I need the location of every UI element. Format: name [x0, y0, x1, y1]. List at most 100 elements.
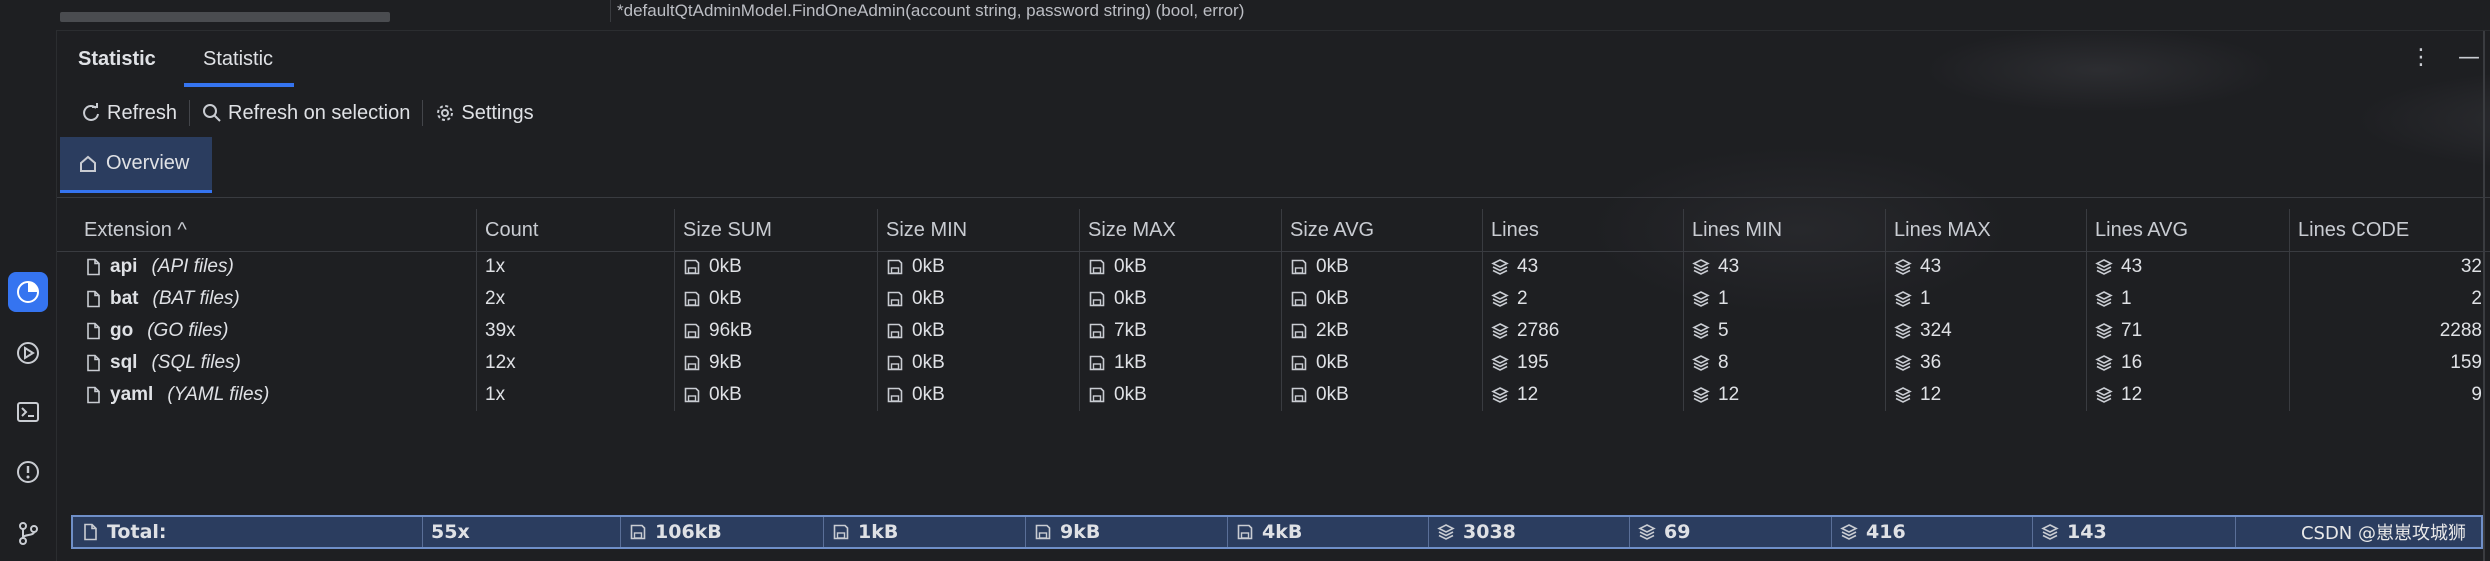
cell-value: 0kB: [912, 288, 945, 309]
cell-value: 2: [1517, 288, 1528, 309]
total-cell-size-max: 9kB: [1025, 517, 1227, 547]
total-value: 69: [1664, 521, 1691, 543]
settings-label: Settings: [461, 101, 534, 124]
cell-value: 2kB: [1316, 320, 1349, 341]
settings-button[interactable]: Settings: [427, 102, 541, 125]
table-cell-lines-avg: 43: [2086, 251, 2289, 283]
table-cell-lines-max: 36: [1885, 347, 2086, 379]
home-icon: [80, 155, 96, 172]
cell-value: 9: [2471, 384, 2482, 405]
total-row[interactable]: Total: 55x 106kB 1kB 9kB 4kB 3038 69 416 143: [71, 515, 2483, 549]
cell-value: 0kB: [1316, 256, 1349, 277]
table-cell-size-sum: 0kB: [674, 251, 877, 283]
more-options-icon[interactable]: ⋮: [2410, 45, 2432, 70]
horizontal-scrollbar[interactable]: [60, 12, 390, 22]
column-header-size-min[interactable]: Size MIN: [877, 209, 1079, 251]
column-header-lines-avg[interactable]: Lines AVG: [2086, 209, 2289, 251]
cell-value: 0kB: [709, 256, 742, 277]
table-row[interactable]: bat (BAT files) 2x 0kB 0kB 0kB 0kB 2 1 1 1 2: [70, 283, 2490, 315]
table-row[interactable]: api (API files) 1x 0kB 0kB 0kB 0kB 43 43 43 43 32: [70, 251, 2490, 283]
refresh-button[interactable]: Refresh: [73, 102, 185, 125]
table-cell-count: 1x: [476, 251, 674, 283]
cell-value: 324: [1920, 320, 1952, 341]
column-header-lines-min[interactable]: Lines MIN: [1683, 209, 1885, 251]
stack-icon: [1491, 291, 1509, 307]
cell-value: 0kB: [1316, 384, 1349, 405]
statistic-toolbar: Refresh Refresh on selection Settings: [57, 93, 2490, 133]
table-cell-size-avg: 0kB: [1281, 283, 1482, 315]
search-icon: [203, 104, 221, 122]
table-cell-lines-avg: 1: [2086, 283, 2289, 315]
git-icon[interactable]: [8, 513, 48, 553]
table-row[interactable]: yaml (YAML files) 1x 0kB 0kB 0kB 0kB 12 12 12 12 9: [70, 379, 2490, 411]
run-icon[interactable]: [8, 333, 48, 373]
cell-value: 2: [2471, 288, 2482, 309]
table-cell-lines-min: 1: [1683, 283, 1885, 315]
cell-value: 0kB: [912, 256, 945, 277]
table-row[interactable]: go (GO files) 39x 96kB 0kB 7kB 2kB 2786 5 324 71 22…: [70, 315, 2490, 347]
table-cell-lines-code: 2: [2289, 283, 2490, 315]
cell-value: 32: [2460, 256, 2482, 277]
stack-icon: [2095, 291, 2113, 307]
file-icon: [87, 290, 100, 308]
disk-icon: [1291, 323, 1307, 339]
column-header-lines-max[interactable]: Lines MAX: [1885, 209, 2086, 251]
cell-value: 1: [1718, 288, 1729, 309]
cell-value: 0kB: [709, 384, 742, 405]
cell-value: 0kB: [1316, 352, 1349, 373]
column-header-extension[interactable]: Extension ^: [70, 209, 476, 251]
stack-icon: [1491, 259, 1509, 275]
table-cell-ext: api (API files): [70, 251, 476, 283]
column-header-lines[interactable]: Lines: [1482, 209, 1683, 251]
disk-icon: [1291, 387, 1307, 403]
column-header-size-max[interactable]: Size MAX: [1079, 209, 1281, 251]
disk-icon: [684, 291, 700, 307]
cell-value: 0kB: [912, 352, 945, 373]
cell-value: 1: [1920, 288, 1931, 309]
table-row[interactable]: sql (SQL files) 12x 9kB 0kB 1kB 0kB 195 8 36 16 159: [70, 347, 2490, 379]
table-cell-size-min: 0kB: [877, 347, 1079, 379]
column-header-size-sum[interactable]: Size SUM: [674, 209, 877, 251]
statistic-icon[interactable]: [8, 272, 48, 312]
column-header-size-avg[interactable]: Size AVG: [1281, 209, 1482, 251]
tab-statistic[interactable]: Statistic: [203, 31, 273, 87]
table-cell-ext: sql (SQL files): [70, 347, 476, 379]
statistic-table: Extension ^ Count Size SUM Size MIN Size…: [70, 209, 2490, 411]
disk-icon: [887, 259, 903, 275]
problems-icon[interactable]: [8, 452, 48, 492]
minimize-icon[interactable]: —: [2458, 45, 2480, 70]
disk-icon: [1089, 387, 1105, 403]
disk-icon: [887, 291, 903, 307]
table-cell-count: 12x: [476, 347, 674, 379]
cell-value: 16: [2121, 352, 2143, 373]
extension-description: (API files): [151, 256, 234, 277]
cell-value: 195: [1517, 352, 1549, 373]
file-icon: [87, 258, 100, 276]
refresh-on-selection-button[interactable]: Refresh on selection: [194, 102, 418, 125]
refresh-label: Refresh: [107, 101, 178, 124]
table-cell-size-min: 0kB: [877, 315, 1079, 347]
tab-overview[interactable]: Overview: [60, 137, 212, 193]
table-cell-size-avg: 2kB: [1281, 315, 1482, 347]
terminal-icon[interactable]: [8, 392, 48, 432]
column-header-lines-code[interactable]: Lines CODE: [2289, 209, 2490, 251]
stack-icon: [1692, 387, 1710, 403]
refresh-on-selection-label: Refresh on selection: [228, 101, 411, 124]
refresh-icon: [83, 103, 99, 121]
total-value: 416: [1866, 521, 1906, 543]
statistic-tool-window: Statistic Statistic ⋮ — Refresh Refresh …: [57, 31, 2490, 561]
table-cell-lines-min: 8: [1683, 347, 1885, 379]
column-header-count[interactable]: Count: [476, 209, 674, 251]
stack-icon: [1491, 387, 1509, 403]
cell-value: 12: [1718, 384, 1740, 405]
disk-icon: [1035, 524, 1051, 540]
gear-icon: [437, 105, 454, 121]
disk-icon: [887, 387, 903, 403]
tool-window-title: Statistic: [78, 48, 156, 70]
table-cell-size-max: 7kB: [1079, 315, 1281, 347]
cell-value: 7kB: [1114, 320, 1147, 341]
table-cell-size-avg: 0kB: [1281, 379, 1482, 411]
stack-icon: [1491, 355, 1509, 371]
tool-window-actions: ⋮ —: [2410, 45, 2480, 70]
table-body: api (API files) 1x 0kB 0kB 0kB 0kB 43 43 43 43 32 ba…: [70, 251, 2490, 411]
